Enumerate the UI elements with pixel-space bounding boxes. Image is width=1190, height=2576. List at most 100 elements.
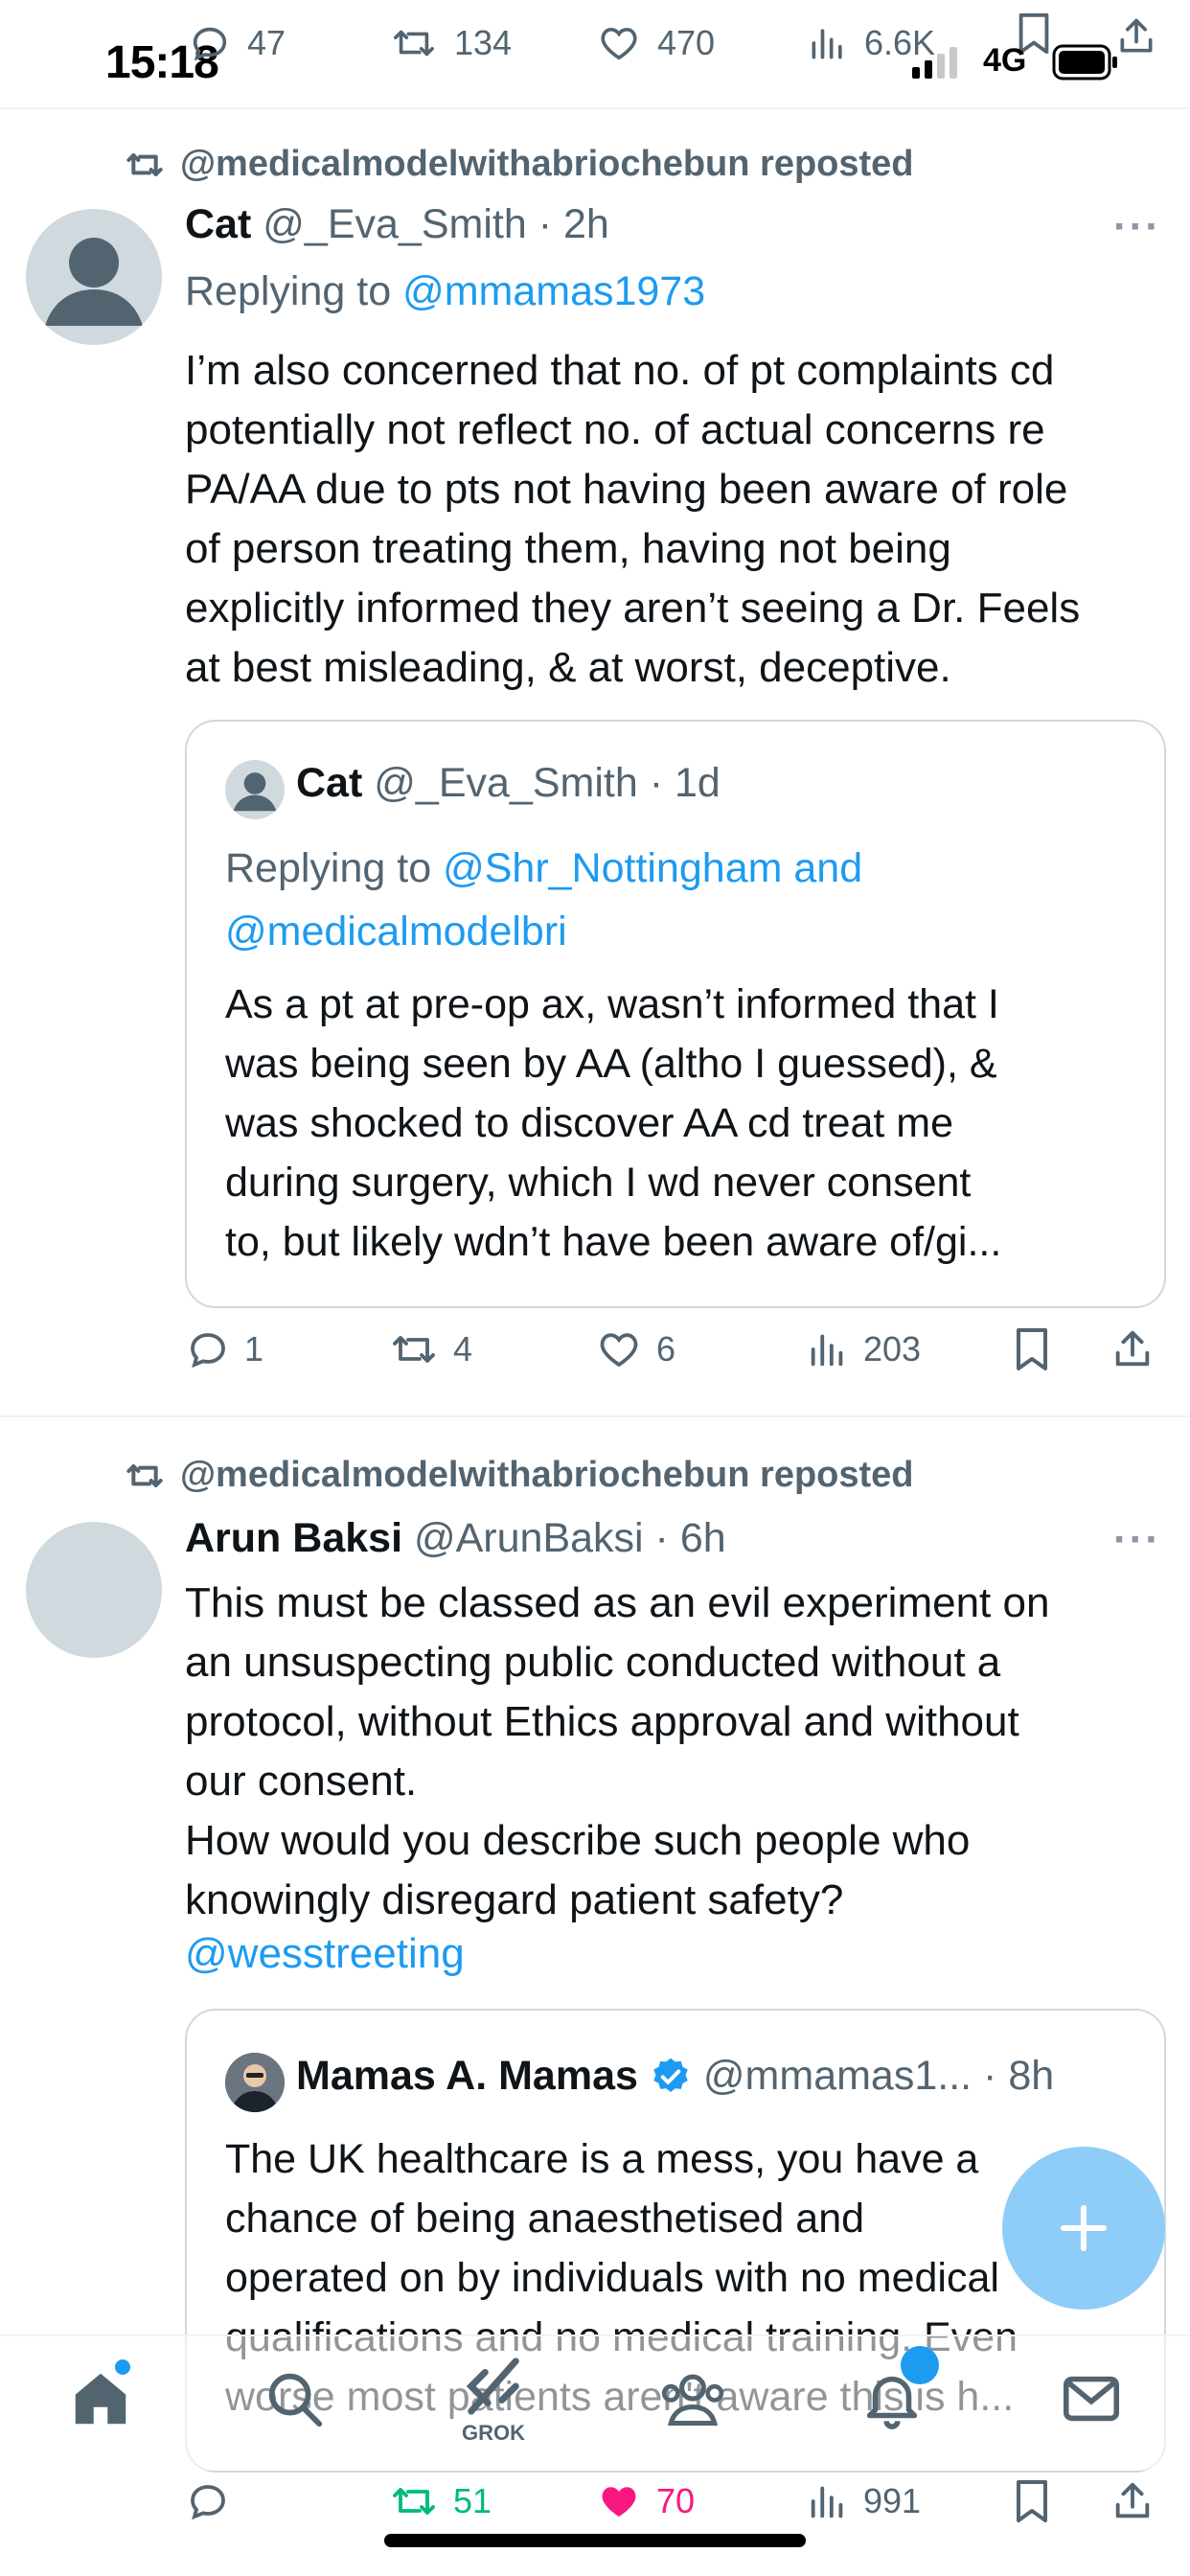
nav-notifications[interactable] bbox=[858, 2346, 939, 2432]
mention-link[interactable]: @wesstreeting bbox=[185, 1930, 465, 1978]
post-actions: 51 70 991 bbox=[185, 2478, 1150, 2536]
quote-author-handle: @_Eva_Smith bbox=[374, 760, 638, 806]
repost-icon bbox=[393, 1336, 435, 1363]
mail-icon bbox=[1063, 2376, 1120, 2422]
repost-attribution-text: @medicalmodelwithabriochebun reposted bbox=[180, 144, 914, 184]
post-header: Cat @_Eva_Smith · 2h bbox=[185, 201, 609, 248]
repost-count: 4 bbox=[453, 1329, 473, 1368]
quote-avatar bbox=[225, 2053, 285, 2112]
views-count: 991 bbox=[863, 2481, 922, 2520]
share-icon bbox=[1115, 1330, 1150, 1367]
top-bar: 15:18 47 134 470 6.6K 4G bbox=[0, 0, 1190, 109]
author-name[interactable]: Cat bbox=[185, 201, 251, 247]
separator-dot: · bbox=[643, 1515, 680, 1561]
quote-header: Cat @_Eva_Smith · 1d bbox=[296, 760, 721, 806]
repost-attribution-text: @medicalmodelwithabriochebun reposted bbox=[180, 1455, 914, 1495]
quote-author-handle: @mmamas1... bbox=[702, 2053, 973, 2099]
share-icon bbox=[1115, 2482, 1150, 2518]
quote-replying-to: Replying to @Shr_Nottingham and @medical… bbox=[225, 845, 863, 954]
replying-to-link[interactable]: @mmamas1973 bbox=[402, 268, 705, 314]
views-icon bbox=[811, 2486, 843, 2518]
avatar[interactable] bbox=[26, 209, 162, 345]
post-text: I’m also concerned that no. of pt compla… bbox=[185, 347, 1081, 691]
nav-communities[interactable] bbox=[657, 2365, 728, 2432]
communities-icon bbox=[661, 2374, 724, 2426]
avatar[interactable] bbox=[26, 1522, 162, 1658]
search-icon bbox=[268, 2373, 323, 2427]
top-reply-action[interactable]: 47 bbox=[188, 21, 286, 65]
views-button[interactable]: 203 bbox=[806, 1326, 921, 1372]
grok-label: GROK bbox=[462, 2421, 525, 2445]
quote-time: 8h bbox=[1008, 2053, 1055, 2099]
battery-icon bbox=[1052, 44, 1119, 80]
reply-count: 1 bbox=[244, 1329, 264, 1368]
signal-icon bbox=[912, 46, 960, 79]
like-count: 6 bbox=[656, 1329, 676, 1368]
notification-badge bbox=[901, 2346, 939, 2384]
views-count: 203 bbox=[863, 1329, 922, 1368]
post-time[interactable]: 2h bbox=[563, 201, 609, 247]
top-like-count: 470 bbox=[657, 23, 716, 62]
repost-icon bbox=[126, 1463, 163, 1487]
more-options-button[interactable]: ··· bbox=[1113, 1516, 1161, 1564]
heart-icon bbox=[601, 27, 637, 60]
views-icon bbox=[812, 29, 842, 59]
post-text: This must be classed as an evil experime… bbox=[185, 1579, 1050, 1923]
top-repost-action[interactable]: 134 bbox=[389, 21, 512, 65]
quote-header: Mamas A. Mamas @mmamas1... · 8h bbox=[296, 2053, 1055, 2099]
nav-grok[interactable]: GROK bbox=[460, 2356, 527, 2446]
default-avatar-icon bbox=[45, 238, 143, 326]
compose-button[interactable] bbox=[1002, 2147, 1165, 2310]
share-button[interactable] bbox=[1110, 2478, 1155, 2524]
quote-replying-link-2[interactable]: @medicalmodelbri bbox=[225, 908, 567, 954]
author-handle[interactable]: @ArunBaksi bbox=[414, 1515, 644, 1561]
verified-badge-icon bbox=[653, 2058, 688, 2092]
bookmark-icon bbox=[1017, 2480, 1047, 2522]
quote-author-name: Mamas A. Mamas bbox=[296, 2053, 638, 2099]
post-actions: 1 4 6 203 bbox=[185, 1326, 1150, 1384]
profile-photo bbox=[225, 2053, 285, 2112]
grok-icon bbox=[466, 2358, 519, 2415]
repost-icon bbox=[126, 152, 163, 176]
reply-icon bbox=[191, 1333, 225, 1368]
quote-avatar bbox=[225, 760, 285, 819]
nav-home[interactable] bbox=[67, 2359, 134, 2432]
author-handle[interactable]: @_Eva_Smith bbox=[263, 201, 527, 247]
separator-dot: · bbox=[526, 201, 563, 247]
quote-tweet[interactable]: Cat @_Eva_Smith · 1d Replying to @Shr_No… bbox=[185, 720, 1166, 1308]
reply-button[interactable]: 1 bbox=[185, 1326, 263, 1372]
post-divider bbox=[0, 1415, 1190, 1417]
repost-button[interactable]: 4 bbox=[388, 1326, 472, 1372]
more-options-button[interactable]: ··· bbox=[1113, 203, 1161, 251]
reply-button[interactable] bbox=[185, 2478, 244, 2524]
repost-icon bbox=[394, 30, 434, 57]
post-header: Arun Baksi @ArunBaksi · 6h bbox=[185, 1515, 726, 1562]
views-icon bbox=[811, 1334, 843, 1367]
top-like-action[interactable]: 470 bbox=[596, 21, 715, 65]
author-name[interactable]: Arun Baksi bbox=[185, 1515, 402, 1561]
like-button[interactable]: 70 bbox=[595, 2478, 695, 2524]
post-time[interactable]: 6h bbox=[680, 1515, 726, 1561]
repost-attribution[interactable]: @medicalmodelwithabriochebun reposted bbox=[123, 144, 914, 185]
bookmark-button[interactable] bbox=[1013, 2478, 1051, 2524]
views-button[interactable]: 991 bbox=[806, 2478, 921, 2524]
bookmark-icon bbox=[1017, 1328, 1047, 1370]
repost-button[interactable]: 51 bbox=[388, 2478, 492, 2524]
share-button[interactable] bbox=[1110, 1326, 1155, 1372]
nav-messages[interactable] bbox=[1058, 2365, 1125, 2432]
default-avatar-icon bbox=[233, 772, 277, 812]
heart-filled-icon bbox=[602, 2487, 636, 2517]
home-indicator[interactable] bbox=[384, 2534, 806, 2547]
share-icon bbox=[1120, 18, 1153, 53]
like-button[interactable]: 6 bbox=[595, 1326, 675, 1372]
home-new-dot bbox=[115, 2359, 130, 2375]
reply-icon bbox=[193, 27, 227, 61]
like-count: 70 bbox=[656, 2481, 696, 2520]
bookmark-button[interactable] bbox=[1013, 1326, 1051, 1372]
repost-attribution[interactable]: @medicalmodelwithabriochebun reposted bbox=[123, 1455, 914, 1496]
repost-count: 51 bbox=[453, 2481, 492, 2520]
top-share-button[interactable] bbox=[1115, 15, 1157, 58]
quote-replying-link-1[interactable]: @Shr_Nottingham and bbox=[443, 845, 862, 891]
replying-to: Replying to @mmamas1973 bbox=[185, 268, 706, 314]
nav-search[interactable] bbox=[261, 2365, 328, 2432]
